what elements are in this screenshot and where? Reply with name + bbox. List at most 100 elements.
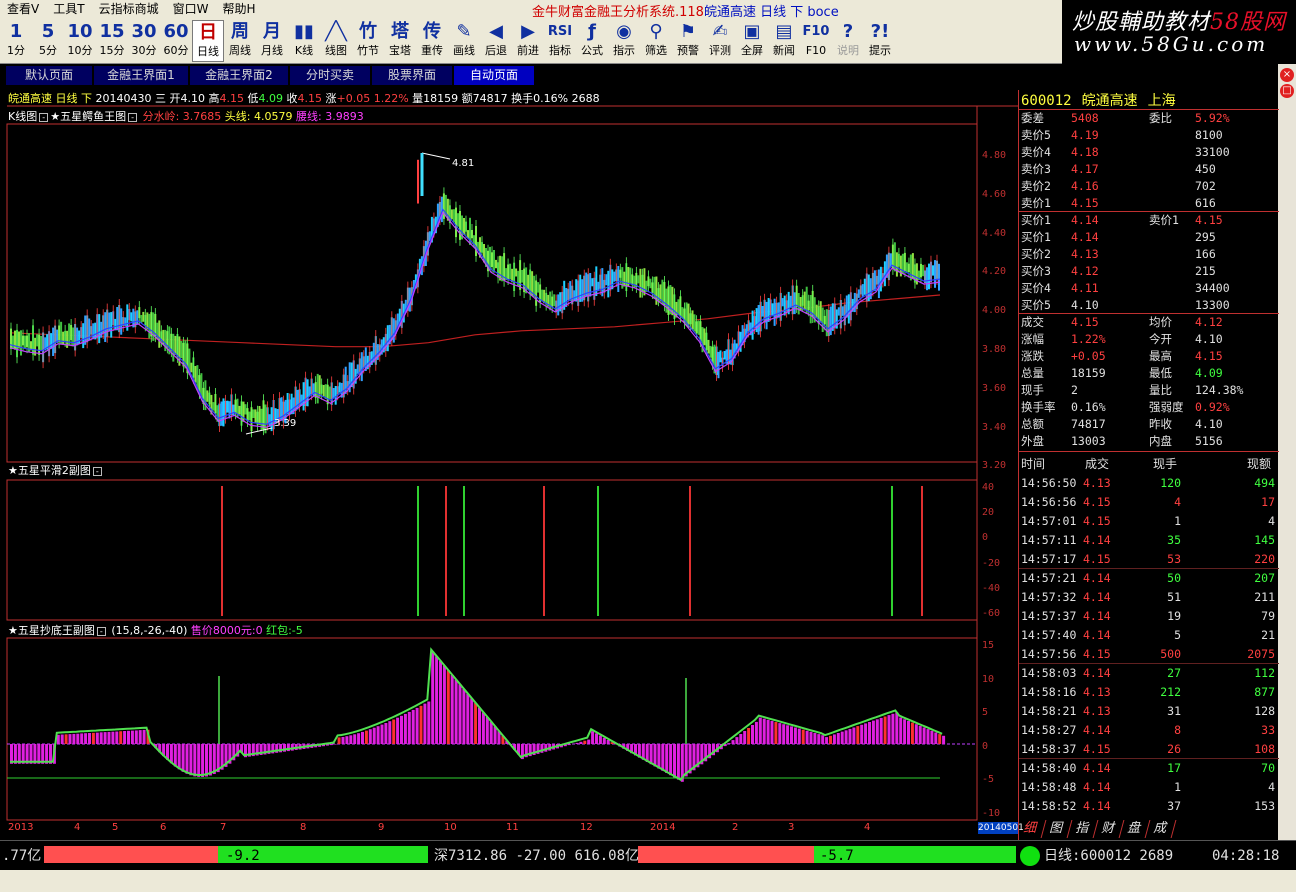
close-icon[interactable]: × [1280, 68, 1294, 82]
hist-bar [673, 744, 676, 778]
chart-area[interactable] [0, 86, 1018, 840]
quote-tab-5[interactable]: 成 [1145, 820, 1177, 838]
quote-value: 18159 [1071, 366, 1106, 380]
candle [136, 310, 139, 325]
quote-label: 成交 [1021, 315, 1044, 329]
toolbar-label-10: 线图 [325, 44, 347, 57]
candle [220, 401, 223, 426]
toolbar-button-18[interactable]: ƒ 公式 [576, 20, 608, 62]
hist-bar [353, 734, 357, 744]
candle [72, 327, 75, 347]
tick-cell: 494 [1254, 476, 1275, 490]
hist-bar [466, 693, 470, 744]
hist-bar [914, 724, 918, 744]
candle [873, 270, 876, 292]
toolbar-button-10[interactable]: ╱╲ 线图 [320, 20, 352, 62]
quote-label: 外盘 [1021, 434, 1044, 448]
tab-page-0[interactable]: 默认页面 [6, 66, 92, 85]
menu-item-2[interactable]: 云指标商城 [92, 0, 166, 18]
tick-cell: 4.14 [1083, 628, 1111, 642]
toolbar-button-3[interactable]: 15 15分 [96, 20, 128, 62]
menu-item-4[interactable]: 帮助H [215, 0, 262, 18]
candle [793, 292, 796, 315]
toolbar-button-25[interactable]: F10 F10 [800, 20, 832, 62]
toolbar-button-23[interactable]: ▣ 全屏 [736, 20, 768, 62]
tick-col-header: 时间 [1021, 457, 1046, 471]
toolbar-button-27[interactable]: ?! 提示 [864, 20, 896, 62]
toolbar-icon-23: ▣ [743, 21, 761, 42]
collapse-icon[interactable]: - [92, 466, 102, 476]
candle [809, 295, 812, 324]
hist-bar [349, 735, 353, 744]
kline-title: K线图 [8, 110, 38, 123]
restore-icon[interactable]: □ [1280, 84, 1294, 98]
tick-row: 14:57:37 4.14 19 79 [1019, 607, 1277, 626]
hist-bar [891, 713, 895, 745]
tick-cell: 2075 [1247, 647, 1275, 661]
bar2-red [638, 846, 814, 863]
tick-cell: 14:58:03 [1021, 666, 1077, 680]
toolbar-button-4[interactable]: 30 30分 [128, 20, 160, 62]
tick-cell: 70 [1261, 761, 1275, 775]
toolbar-button-21[interactable]: ⚑ 预警 [672, 20, 704, 62]
menu-item-3[interactable]: 窗口W [166, 0, 216, 18]
quote-value2: 702 [1195, 179, 1216, 193]
quote-label: 买价5 [1021, 298, 1051, 312]
collapse-icon[interactable]: - [96, 626, 106, 636]
candle [815, 304, 818, 318]
candle [723, 351, 726, 360]
toolbar-button-7[interactable]: 周周线 [224, 20, 256, 62]
hist-bar [871, 720, 875, 744]
tab-page-5[interactable]: 自动页面 [454, 66, 534, 85]
candle [172, 333, 175, 362]
toolbar-button-9[interactable]: ▮▮ K线 [288, 20, 320, 62]
toolbar-icon-17: RSI [547, 24, 573, 39]
candle [98, 314, 101, 344]
toolbar-button-17[interactable]: RSI 指标 [544, 20, 576, 62]
candle [938, 263, 940, 291]
toolbar-button-6[interactable]: 日日线 [192, 20, 224, 62]
hist-bar [793, 727, 797, 744]
toolbar-button-11[interactable]: 竹竹节 [352, 20, 384, 62]
toolbar-button-0[interactable]: 1 1分 [0, 20, 32, 62]
menu-item-1[interactable]: 工具T [46, 0, 91, 18]
hist-bar [731, 740, 735, 744]
candle [14, 330, 16, 350]
tab-page-2[interactable]: 金融王界面2 [190, 66, 288, 85]
tick-cell: 1 [1174, 780, 1181, 794]
candle [493, 250, 495, 273]
toolbar-button-15[interactable]: ◀ 后退 [480, 20, 512, 62]
candle [757, 305, 760, 335]
toolbar-button-2[interactable]: 10 10分 [64, 20, 96, 62]
tab-page-4[interactable]: 股票界面 [372, 66, 452, 85]
tick-cell: 4.13 [1083, 476, 1111, 490]
menu-item-0[interactable]: 查看V [0, 0, 46, 18]
collapse-icon[interactable]: - [39, 112, 49, 122]
toolbar-button-5[interactable]: 60 60分 [160, 20, 192, 62]
tab-page-1[interactable]: 金融王界面1 [94, 66, 188, 85]
toolbar-button-24[interactable]: ▤ 新闻 [768, 20, 800, 62]
toolbar-icon-5: 60 [163, 21, 189, 42]
quote-label: 涨幅 [1021, 332, 1044, 346]
x-tick: 6 [160, 822, 167, 833]
toolbar-button-19[interactable]: ◉ 指示 [608, 20, 640, 62]
toolbar-button-12[interactable]: 塔宝塔 [384, 20, 416, 62]
toolbar-button-8[interactable]: 月月线 [256, 20, 288, 62]
quote-value2: 4.10 [1195, 417, 1223, 431]
toolbar-button-14[interactable]: ✎ 画线 [448, 20, 480, 62]
collapse-icon[interactable]: - [128, 112, 138, 122]
toolbar-button-13[interactable]: 传重传 [416, 20, 448, 62]
quote-value2: 5156 [1195, 434, 1223, 448]
toolbar-button-1[interactable]: 5 5分 [32, 20, 64, 62]
toolbar-button-26[interactable]: ? 说明 [832, 20, 864, 62]
hist-bar [875, 719, 879, 745]
tick-cell: 4.14 [1083, 761, 1111, 775]
toolbar-button-22[interactable]: ✍ 评测 [704, 20, 736, 62]
quote-label: 买价3 [1021, 264, 1051, 278]
candle [360, 352, 363, 382]
tab-page-3[interactable]: 分时买卖 [290, 66, 370, 85]
toolbar-button-16[interactable]: ▶ 前进 [512, 20, 544, 62]
toolbar-button-20[interactable]: ⚲ 筛选 [640, 20, 672, 62]
tick-cell: 14:57:32 [1021, 590, 1077, 604]
candle [863, 278, 866, 295]
